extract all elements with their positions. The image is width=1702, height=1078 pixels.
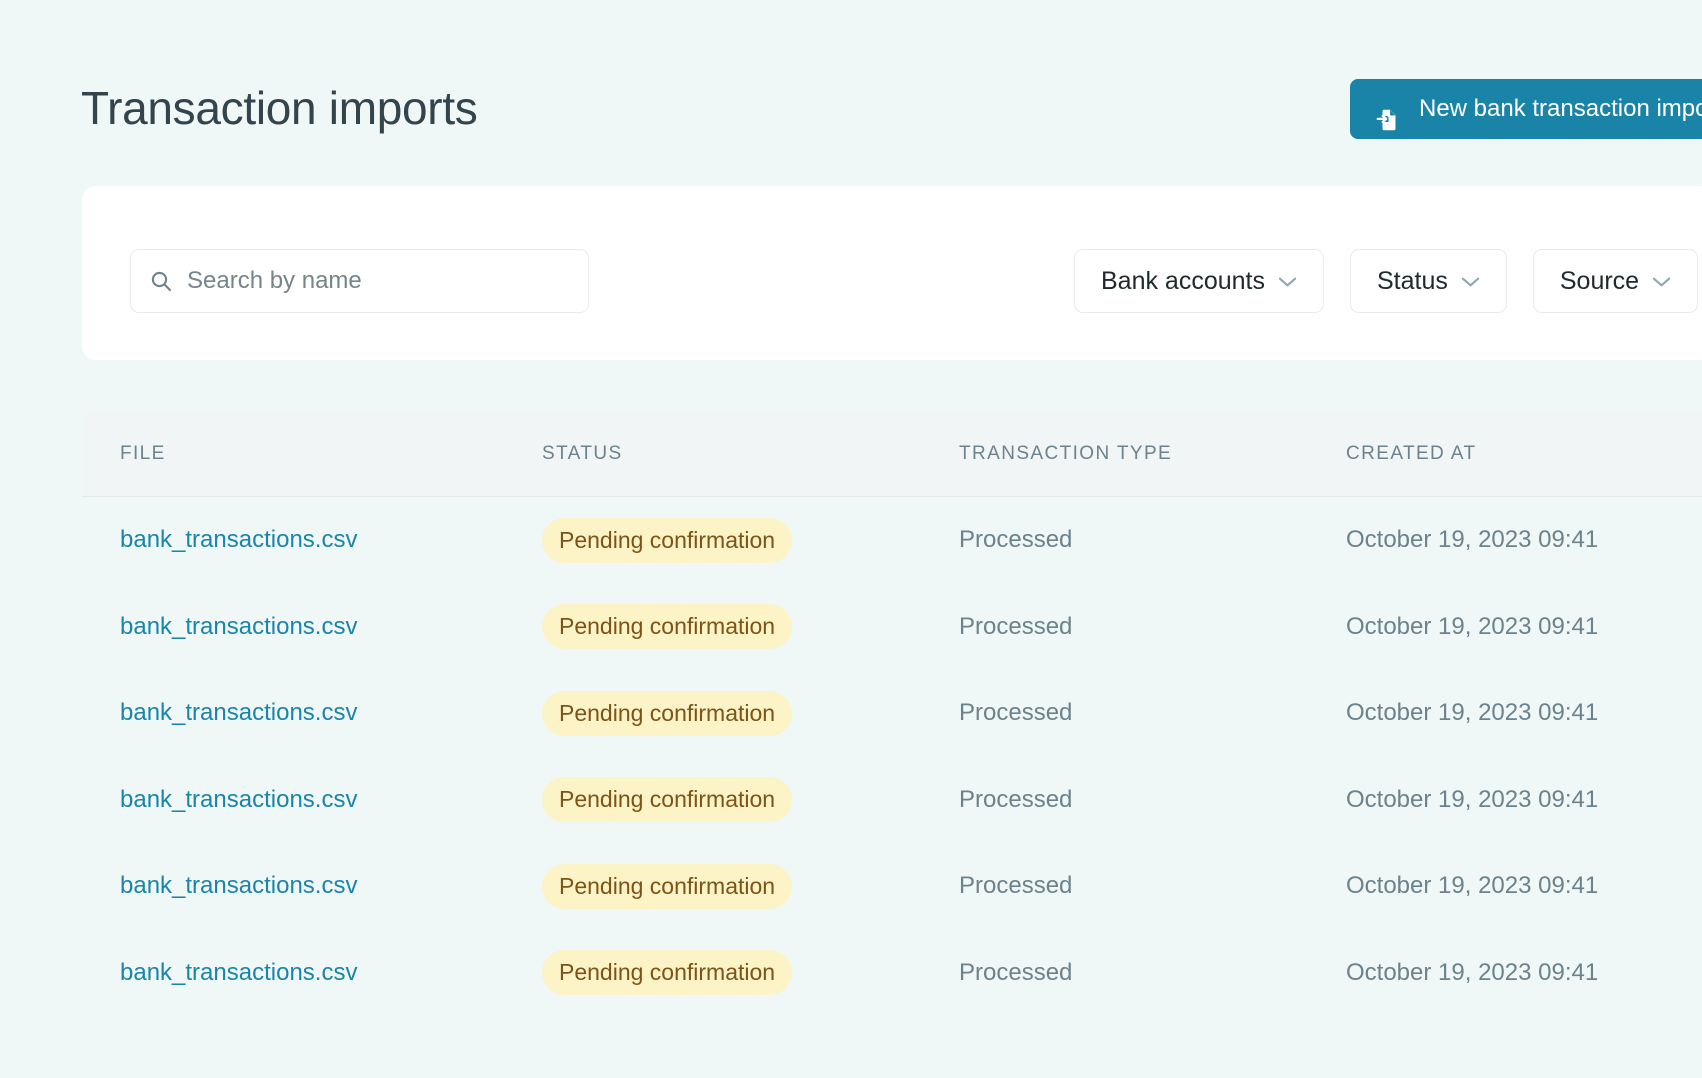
table-row[interactable]: bank_transactions.csv Pending confirmati…: [120, 670, 1674, 757]
table-row[interactable]: bank_transactions.csv Pending confirmati…: [120, 584, 1674, 671]
file-link[interactable]: bank_transactions.csv: [120, 872, 357, 899]
cell-status: Pending confirmation: [542, 950, 959, 995]
status-badge: Pending confirmation: [542, 864, 792, 909]
bank-accounts-filter[interactable]: Bank accounts: [1074, 249, 1324, 313]
file-link[interactable]: bank_transactions.csv: [120, 699, 357, 726]
cell-status: Pending confirmation: [542, 864, 959, 909]
column-header-created-at: CREATED AT: [1346, 443, 1702, 465]
document-import-icon: [1376, 96, 1402, 122]
table-row[interactable]: bank_transactions.csv Pending confirmati…: [120, 497, 1674, 584]
cell-transaction-type: Processed: [959, 613, 1346, 641]
cell-created-at: October 19, 2023 09:41: [1346, 613, 1702, 641]
transaction-imports-table: FILE STATUS TRANSACTION TYPE CREATED AT …: [82, 412, 1702, 1078]
cell-created-at: October 19, 2023 09:41: [1346, 699, 1702, 727]
table-body: bank_transactions.csv Pending confirmati…: [82, 497, 1702, 1016]
cell-file: bank_transactions.csv: [120, 699, 542, 727]
cell-created-at: October 19, 2023 09:41: [1346, 872, 1702, 900]
cell-status: Pending confirmation: [542, 691, 959, 736]
status-badge: Pending confirmation: [542, 777, 792, 822]
cell-created-at: October 19, 2023 09:41: [1346, 526, 1702, 554]
cell-created-at: October 19, 2023 09:41: [1346, 786, 1702, 814]
cell-status: Pending confirmation: [542, 518, 959, 563]
column-header-status: STATUS: [542, 443, 959, 465]
status-badge: Pending confirmation: [542, 950, 792, 995]
chevron-down-icon: [1278, 275, 1297, 287]
cell-created-at: October 19, 2023 09:41: [1346, 959, 1702, 987]
table-row[interactable]: bank_transactions.csv Pending confirmati…: [120, 930, 1674, 1017]
status-filter-label: Status: [1377, 269, 1448, 294]
table-header-row: FILE STATUS TRANSACTION TYPE CREATED AT: [82, 412, 1702, 497]
chevron-down-icon: [1652, 275, 1671, 287]
cell-file: bank_transactions.csv: [120, 872, 542, 900]
status-badge: Pending confirmation: [542, 604, 792, 649]
cell-status: Pending confirmation: [542, 604, 959, 649]
table-row[interactable]: bank_transactions.csv Pending confirmati…: [120, 757, 1674, 844]
status-badge: Pending confirmation: [542, 518, 792, 563]
column-header-transaction-type: TRANSACTION TYPE: [959, 443, 1346, 465]
search-input[interactable]: [187, 250, 570, 312]
transaction-imports-page: Transaction imports New bank transaction…: [0, 0, 1702, 1078]
file-link[interactable]: bank_transactions.csv: [120, 786, 357, 813]
status-badge: Pending confirmation: [542, 691, 792, 736]
file-link[interactable]: bank_transactions.csv: [120, 959, 357, 986]
chevron-down-icon: [1461, 275, 1480, 287]
cell-transaction-type: Processed: [959, 526, 1346, 554]
cell-status: Pending confirmation: [542, 777, 959, 822]
file-link[interactable]: bank_transactions.csv: [120, 526, 357, 553]
cell-file: bank_transactions.csv: [120, 526, 542, 554]
new-bank-transaction-import-button[interactable]: New bank transaction import: [1350, 79, 1702, 139]
source-filter[interactable]: Source: [1533, 249, 1698, 313]
cell-transaction-type: Processed: [959, 872, 1346, 900]
cell-transaction-type: Processed: [959, 786, 1346, 814]
page-header: Transaction imports New bank transaction…: [0, 0, 1702, 182]
search-field[interactable]: [130, 249, 589, 313]
filter-card: Bank accounts Status Source: [82, 186, 1702, 360]
search-icon: [149, 269, 173, 293]
source-filter-label: Source: [1560, 269, 1639, 294]
cell-transaction-type: Processed: [959, 959, 1346, 987]
cell-file: bank_transactions.csv: [120, 786, 542, 814]
cell-file: bank_transactions.csv: [120, 959, 542, 987]
table-row[interactable]: bank_transactions.csv Pending confirmati…: [120, 843, 1674, 930]
page-title: Transaction imports: [81, 78, 478, 138]
file-link[interactable]: bank_transactions.csv: [120, 613, 357, 640]
cell-file: bank_transactions.csv: [120, 613, 542, 641]
filter-dropdown-group: Bank accounts Status Source: [1074, 249, 1698, 313]
cell-transaction-type: Processed: [959, 699, 1346, 727]
column-header-file: FILE: [120, 443, 542, 465]
bank-accounts-filter-label: Bank accounts: [1101, 269, 1265, 294]
status-filter[interactable]: Status: [1350, 249, 1507, 313]
new-bank-transaction-import-label: New bank transaction import: [1419, 79, 1702, 139]
